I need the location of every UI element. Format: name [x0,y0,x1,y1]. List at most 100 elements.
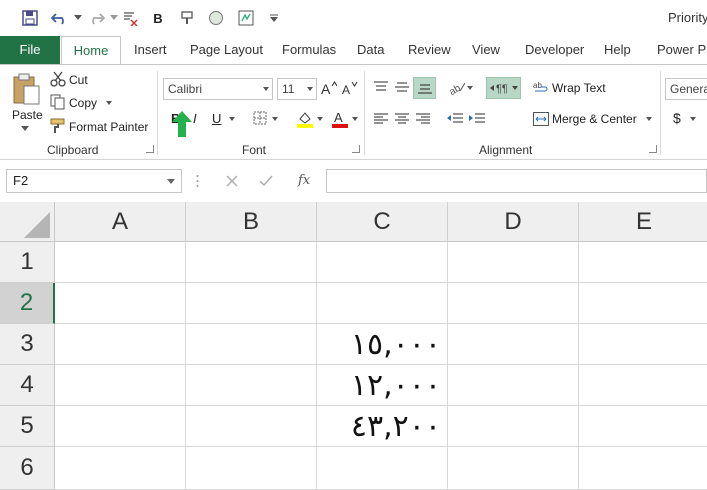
format-painter-icon[interactable] [50,118,66,134]
merge-center-icon[interactable] [533,111,549,127]
name-box-dropdown-icon[interactable] [167,179,175,184]
row-header-3[interactable]: 3 [0,324,55,365]
align-right-icon[interactable] [415,111,431,127]
fill-color-dropdown-icon[interactable] [317,116,323,121]
tab-developer[interactable]: Developer [525,36,584,64]
cell-a4[interactable] [55,365,186,406]
column-header-a[interactable]: A [55,202,186,242]
currency-button[interactable]: $ [673,110,681,126]
orientation-dropdown-icon[interactable] [467,85,473,90]
borders-icon[interactable] [252,110,268,126]
merge-center-button[interactable]: Merge & Center [552,112,637,126]
row-header-6[interactable]: 6 [0,447,55,490]
cell-a5[interactable] [55,406,186,447]
cell-c2[interactable] [317,283,448,324]
cell-b4[interactable] [186,365,317,406]
decrease-indent-icon[interactable] [446,111,464,127]
increase-font-icon[interactable]: A [321,79,337,97]
cell-d4[interactable] [448,365,579,406]
align-middle-icon[interactable] [394,79,410,95]
cell-c6[interactable] [317,447,448,490]
formula-input[interactable] [326,169,707,193]
align-top-icon[interactable] [373,79,389,95]
font-color-icon[interactable]: A [330,109,350,129]
format-painter-button[interactable]: Format Painter [69,120,148,134]
underline-button[interactable]: U [212,111,221,126]
paste-button[interactable]: Paste [12,108,43,122]
underline-dropdown-icon[interactable] [229,116,235,121]
clear-formatting-icon[interactable] [120,8,140,28]
save-icon[interactable] [20,8,40,28]
tab-data[interactable]: Data [357,36,384,64]
tab-review[interactable]: Review [408,36,451,64]
column-header-d[interactable]: D [448,202,579,242]
wrap-text-icon[interactable]: ab [533,79,549,95]
font-color-dropdown-icon[interactable] [352,116,358,121]
row-header-2[interactable]: 2 [0,283,55,324]
tab-formulas[interactable]: Formulas [282,36,336,64]
copy-icon[interactable] [50,94,66,110]
undo-icon[interactable] [50,8,70,28]
cell-d6[interactable] [448,447,579,490]
copy-dropdown-icon[interactable] [106,100,112,105]
orientation-icon[interactable]: ab [448,79,466,95]
scissors-icon[interactable] [50,71,66,87]
format-painter-qat-icon[interactable] [178,8,198,28]
insert-object-icon[interactable] [236,8,256,28]
cut-button[interactable]: Cut [69,73,88,87]
enter-check-icon[interactable] [258,173,274,189]
tab-page-layout[interactable]: Page Layout [190,36,263,64]
tab-help[interactable]: Help [604,36,631,64]
bold-qat-icon[interactable]: B [148,8,168,28]
font-family-select[interactable]: Calibri [163,78,273,100]
alignment-launcher-icon[interactable] [649,145,657,153]
cell-e3[interactable] [579,324,707,365]
select-all-corner[interactable] [0,202,55,242]
cell-c3[interactable]: ١٥,٠٠٠ [317,324,448,365]
qat-customize-icon[interactable] [264,8,284,28]
circle-icon[interactable] [206,8,226,28]
cell-d3[interactable] [448,324,579,365]
borders-dropdown-icon[interactable] [272,116,278,121]
tab-home[interactable]: Home [61,36,121,65]
cell-a1[interactable] [55,242,186,283]
cell-b1[interactable] [186,242,317,283]
paste-dropdown-icon[interactable] [21,125,29,131]
font-size-select[interactable]: 11 [277,78,317,100]
tab-view[interactable]: View [472,36,500,64]
cell-c5[interactable]: ٤٣,٢٠٠ [317,406,448,447]
redo-icon[interactable] [86,8,106,28]
tab-insert[interactable]: Insert [134,36,167,64]
cell-d5[interactable] [448,406,579,447]
copy-button[interactable]: Copy [69,96,97,110]
merge-dropdown-icon[interactable] [646,116,652,121]
font-launcher-icon[interactable] [352,145,360,153]
cell-c1[interactable] [317,242,448,283]
cell-d2[interactable] [448,283,579,324]
cell-e2[interactable] [579,283,707,324]
cell-a3[interactable] [55,324,186,365]
clipboard-launcher-icon[interactable] [146,145,154,153]
italic-button[interactable]: I [193,111,197,126]
name-box[interactable]: F2 [6,169,182,193]
paste-icon[interactable] [10,71,42,107]
decrease-font-icon[interactable]: A [342,79,358,97]
cell-e1[interactable] [579,242,707,283]
cell-b5[interactable] [186,406,317,447]
cell-e5[interactable] [579,406,707,447]
row-header-1[interactable]: 1 [0,242,55,283]
column-header-c[interactable]: C [317,202,448,242]
cell-b2[interactable] [186,283,317,324]
column-header-b[interactable]: B [186,202,317,242]
increase-indent-icon[interactable] [468,111,486,127]
cell-c4[interactable]: ١٢,٠٠٠ [317,365,448,406]
tab-file[interactable]: File [0,36,60,64]
wrap-text-button[interactable]: Wrap Text [552,81,606,95]
fill-color-icon[interactable] [295,109,315,129]
row-header-4[interactable]: 4 [0,365,55,406]
cell-e4[interactable] [579,365,707,406]
undo-dropdown-icon[interactable] [68,8,88,28]
align-left-icon[interactable] [373,111,389,127]
currency-dropdown-icon[interactable] [690,116,696,121]
cell-b6[interactable] [186,447,317,490]
